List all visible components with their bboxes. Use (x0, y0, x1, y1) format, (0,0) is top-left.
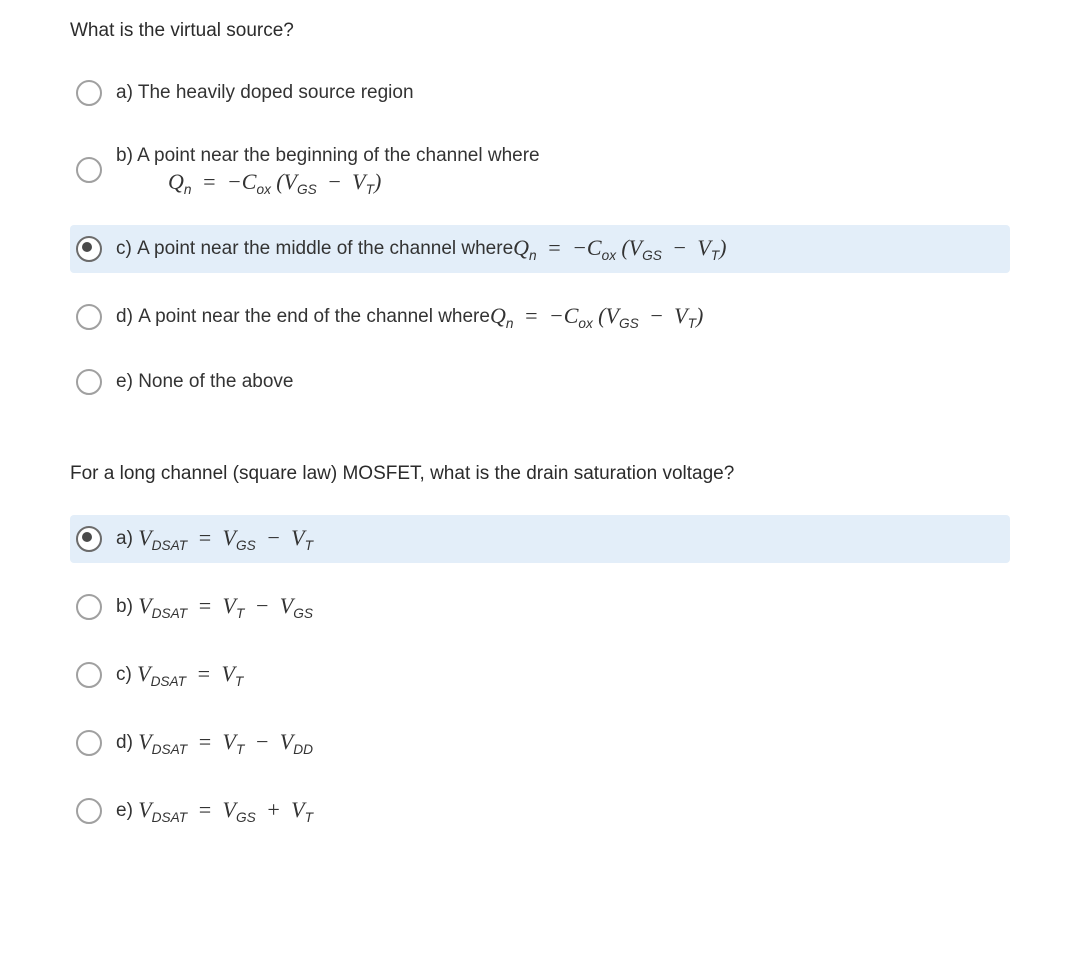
option-label: d) (116, 304, 133, 331)
option-text: A point near the middle of the channel w… (137, 236, 513, 263)
q2-option-b[interactable]: b) VDSAT = VT − VGS (70, 583, 1010, 631)
q2-option-a[interactable]: a) VDSAT = VGS − VT (70, 515, 1010, 563)
question-1-prompt: What is the virtual source? (70, 20, 1010, 42)
radio-icon (76, 369, 102, 395)
q2-option-c[interactable]: c) VDSAT = VT (70, 651, 1010, 699)
option-label: d) (116, 730, 133, 757)
formula-qn: Qn = −Cox (VGS − VT) (513, 233, 726, 265)
formula-vdsat: VDSAT = VT − VDD (138, 727, 313, 759)
formula-vdsat: VDSAT = VGS + VT (138, 795, 313, 827)
radio-icon (76, 236, 102, 262)
option-label: a) (116, 526, 133, 553)
radio-icon (76, 662, 102, 688)
option-text: The heavily doped source region (138, 82, 414, 103)
option-text: A point near the beginning of the channe… (137, 145, 539, 166)
option-label: b) (116, 145, 133, 166)
option-label: e) (116, 798, 133, 825)
formula-qn: Qn = −Cox (VGS − VT) (168, 169, 540, 197)
option-label: b) (116, 594, 133, 621)
option-label: a) (116, 82, 133, 103)
q1-option-a[interactable]: a) The heavily doped source region (70, 72, 1010, 115)
option-label: c) (116, 662, 132, 689)
q2-option-e[interactable]: e) VDSAT = VGS + VT (70, 787, 1010, 835)
q1-option-b[interactable]: b) A point near the beginning of the cha… (70, 135, 1010, 205)
radio-icon (76, 304, 102, 330)
q1-option-d[interactable]: d) A point near the end of the channel w… (70, 293, 1010, 341)
radio-icon (76, 798, 102, 824)
radio-icon (76, 80, 102, 106)
q2-option-d[interactable]: d) VDSAT = VT − VDD (70, 719, 1010, 767)
formula-qn: Qn = −Cox (VGS − VT) (490, 301, 703, 333)
radio-icon (76, 526, 102, 552)
option-label: c) (116, 236, 132, 263)
option-text: A point near the end of the channel wher… (138, 304, 490, 331)
q1-option-c[interactable]: c) A point near the middle of the channe… (70, 225, 1010, 273)
formula-vdsat: VDSAT = VT (137, 659, 243, 691)
question-2-prompt: For a long channel (square law) MOSFET, … (70, 463, 1010, 485)
radio-icon (76, 594, 102, 620)
radio-icon (76, 157, 102, 183)
radio-icon (76, 730, 102, 756)
formula-vdsat: VDSAT = VGS − VT (138, 523, 313, 555)
formula-vdsat: VDSAT = VT − VGS (138, 591, 313, 623)
q1-option-e[interactable]: e) None of the above (70, 361, 1010, 404)
option-label: e) (116, 371, 133, 392)
option-text: None of the above (138, 371, 293, 392)
